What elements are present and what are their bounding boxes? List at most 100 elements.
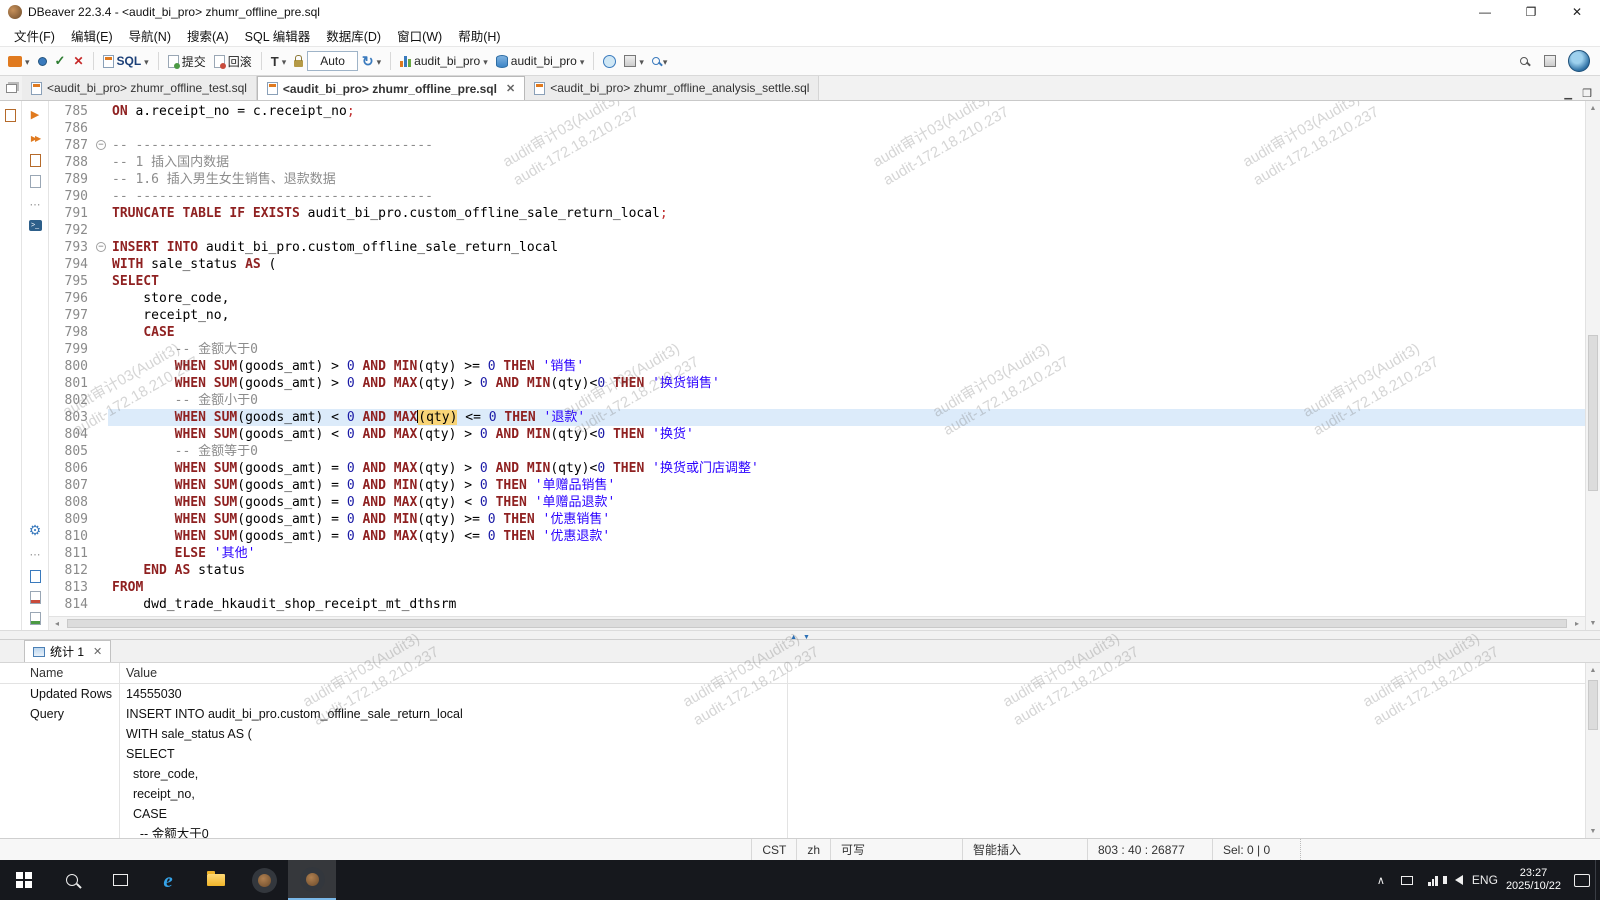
fold-marker[interactable]: − <box>95 137 108 154</box>
code-line-802[interactable]: 802 -- 金额小于0 <box>49 392 1585 409</box>
caret-position-indicator[interactable]: 803 : 40 : 26877 <box>1087 839 1212 860</box>
scroll-down-icon[interactable] <box>1586 616 1600 630</box>
code-line-812[interactable]: 812 END AS status <box>49 562 1585 579</box>
code-line-807[interactable]: 807 WHEN SUM(goods_amt) = 0 AND MIN(qty)… <box>49 477 1585 494</box>
timezone-indicator[interactable]: CST <box>751 839 796 860</box>
selection-indicator[interactable]: Sel: 0 | 0 <box>1212 839 1300 860</box>
fold-minus-icon[interactable]: − <box>96 140 106 150</box>
pin-connection-button[interactable] <box>34 49 51 73</box>
code-line-811[interactable]: 811 ELSE '其他' <box>49 545 1585 562</box>
rollback-button[interactable]: 回滚 <box>210 49 256 73</box>
code-line-796[interactable]: 796 store_code, <box>49 290 1585 307</box>
taskbar-taskview-button[interactable] <box>96 860 144 900</box>
taskbar-clock[interactable]: 23:27 2025/10/22 <box>1498 867 1569 893</box>
close-icon[interactable] <box>506 82 515 95</box>
taskbar-app-dbeaver-1[interactable] <box>240 860 288 900</box>
code-line-813[interactable]: 813FROM <box>49 579 1585 596</box>
editor-tab-2[interactable]: <audit_bi_pro> zhumr_offline_analysis_se… <box>525 76 819 100</box>
code-line-793[interactable]: 793−INSERT INTO audit_bi_pro.custom_offl… <box>49 239 1585 256</box>
save-to-file-icon[interactable] <box>30 591 41 604</box>
scroll-right-icon[interactable] <box>1569 617 1585 630</box>
hscroll-track[interactable] <box>65 617 1569 630</box>
close-button[interactable]: ✕ <box>1554 0 1600 24</box>
vscroll-track[interactable] <box>1586 115 1600 616</box>
vscroll-thumb[interactable] <box>1588 335 1598 490</box>
connection-cancel-button[interactable] <box>69 49 87 73</box>
code-line-798[interactable]: 798 CASE <box>49 324 1585 341</box>
show-desktop-button[interactable] <box>1595 860 1600 900</box>
menu-item-6[interactable]: 窗口(W) <box>389 24 450 47</box>
code-line-797[interactable]: 797 receipt_no, <box>49 307 1585 324</box>
menu-item-7[interactable]: 帮助(H) <box>450 24 508 47</box>
more-actions-icon[interactable] <box>27 196 43 212</box>
menu-item-1[interactable]: 编辑(E) <box>63 24 121 47</box>
auto-commit-combo[interactable]: Auto <box>307 51 358 71</box>
code-line-786[interactable]: 786 <box>49 120 1585 137</box>
code-line-810[interactable]: 810 WHEN SUM(goods_amt) = 0 AND MAX(qty)… <box>49 528 1585 545</box>
taskbar-app-dbeaver-2[interactable] <box>288 860 336 900</box>
dbeaver-logo[interactable] <box>1568 50 1590 72</box>
code-line-805[interactable]: 805 -- 金额等于0 <box>49 443 1585 460</box>
action-center-button[interactable] <box>1569 860 1595 900</box>
stats-row-4[interactable]: store_code, <box>0 764 1600 784</box>
fold-marker[interactable]: − <box>95 239 108 256</box>
globe-button[interactable] <box>599 49 620 73</box>
execute-script-icon[interactable] <box>27 130 43 146</box>
stats-row-1[interactable]: QueryINSERT INTO audit_bi_pro.custom_off… <box>0 704 1600 724</box>
scroll-up-icon[interactable] <box>1586 101 1600 115</box>
taskbar-start-button[interactable] <box>0 860 48 900</box>
close-icon[interactable] <box>93 645 102 658</box>
open-connection-button[interactable] <box>4 49 34 73</box>
lock-button[interactable] <box>290 49 307 73</box>
taskbar-ie-button[interactable]: e <box>144 860 192 900</box>
fold-minus-icon[interactable]: − <box>96 242 106 252</box>
taskbar-search-button[interactable] <box>48 860 96 900</box>
panel-sash[interactable] <box>0 630 1600 640</box>
gear-icon[interactable] <box>27 522 43 538</box>
code-line-814[interactable]: 814 dwd_trade_hkaudit_shop_receipt_mt_dt… <box>49 596 1585 613</box>
transaction-log-button[interactable] <box>358 49 385 73</box>
stats-row-6[interactable]: CASE <box>0 804 1600 824</box>
stats-row-3[interactable]: SELECT <box>0 744 1600 764</box>
code-line-791[interactable]: 791TRUNCATE TABLE IF EXISTS audit_bi_pro… <box>49 205 1585 222</box>
stats-row-7[interactable]: -- 金额大于0 <box>0 824 1600 838</box>
open-in-grid-icon[interactable] <box>30 612 41 625</box>
code-line-799[interactable]: 799 -- 金额大于0 <box>49 341 1585 358</box>
code-line-787[interactable]: 787−-- ---------------------------------… <box>49 137 1585 154</box>
menu-item-2[interactable]: 导航(N) <box>121 24 179 47</box>
tray-keyboard-icon[interactable] <box>1394 860 1420 900</box>
scroll-up-icon[interactable] <box>1586 663 1600 677</box>
code-line-788[interactable]: 788-- 1 插入国内数据 <box>49 154 1585 171</box>
scroll-down-icon[interactable] <box>1586 824 1600 838</box>
execution-plan-button[interactable] <box>620 49 648 73</box>
commit-button[interactable]: 提交 <box>164 49 210 73</box>
connection-ok-button[interactable] <box>51 49 70 73</box>
execute-statement-icon[interactable] <box>27 106 43 122</box>
code-line-801[interactable]: 801 WHEN SUM(goods_amt) > 0 AND MAX(qty)… <box>49 375 1585 392</box>
stats-row-2[interactable]: WITH sale_status AS ( <box>0 724 1600 744</box>
sql-search-button[interactable] <box>648 49 672 73</box>
scroll-left-icon[interactable] <box>49 617 65 630</box>
code-line-794[interactable]: 794WITH sale_status AS ( <box>49 256 1585 273</box>
statistics-tab[interactable]: 统计 1 <box>24 640 111 662</box>
database-selector[interactable]: audit_bi_pro <box>396 49 492 73</box>
export-result-icon[interactable] <box>30 570 41 583</box>
writable-indicator[interactable]: 可写 <box>830 839 962 860</box>
menu-item-4[interactable]: SQL 编辑器 <box>237 24 319 47</box>
code-line-800[interactable]: 800 WHEN SUM(goods_amt) > 0 AND MIN(qty)… <box>49 358 1585 375</box>
column-header-value[interactable]: Value <box>120 663 788 683</box>
stats-row-5[interactable]: receipt_no, <box>0 784 1600 804</box>
column-header-name[interactable]: Name <box>0 663 120 683</box>
panel-vscroll-thumb[interactable] <box>1588 680 1598 730</box>
perspective-button[interactable] <box>1540 49 1560 73</box>
execute-new-tab-icon[interactable] <box>30 154 41 167</box>
stats-row-0[interactable]: Updated Rows14555030 <box>0 684 1600 704</box>
more-actions-icon[interactable] <box>27 546 43 562</box>
insert-mode-indicator[interactable]: 智能插入 <box>962 839 1087 860</box>
tray-language-indicator[interactable]: ENG <box>1472 860 1498 900</box>
code-line-804[interactable]: 804 WHEN SUM(goods_amt) < 0 AND MAX(qty)… <box>49 426 1585 443</box>
explain-plan-icon[interactable] <box>30 175 41 188</box>
menu-item-5[interactable]: 数据库(D) <box>318 24 389 47</box>
code-line-809[interactable]: 809 WHEN SUM(goods_amt) = 0 AND MIN(qty)… <box>49 511 1585 528</box>
transaction-mode-button[interactable] <box>267 49 290 73</box>
